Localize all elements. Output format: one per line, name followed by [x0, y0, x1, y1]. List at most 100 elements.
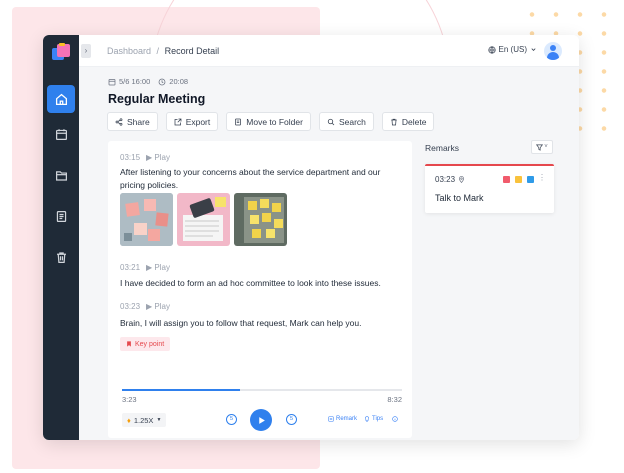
sidebar-item-calendar[interactable] — [47, 120, 75, 148]
share-label: Share — [127, 116, 150, 127]
more-options-icon[interactable]: ⋮ — [538, 173, 546, 182]
calendar-icon — [55, 128, 67, 140]
rewind-button[interactable]: 5 — [226, 414, 237, 425]
segment-time: 03:23 — [120, 302, 141, 311]
breadcrumb-separator: / — [156, 46, 160, 56]
breadcrumb-current: Record Detail — [164, 46, 220, 56]
clock-icon — [158, 78, 166, 85]
photo-thumbnail-phone[interactable] — [177, 193, 230, 246]
breadcrumb: Dashboard / Record Detail — [107, 46, 219, 56]
breadcrumb-root[interactable]: Dashboard — [107, 46, 151, 56]
remark-link-label: Remark — [336, 416, 358, 422]
delete-button[interactable]: Delete — [381, 112, 435, 131]
export-icon — [174, 118, 182, 125]
search-button[interactable]: Search — [318, 112, 374, 131]
transcript-panel: 03:15 ▶ Play After listening to your con… — [108, 141, 412, 438]
folder-move-icon — [235, 118, 242, 125]
sidebar-item-folder[interactable] — [47, 161, 75, 189]
remarks-heading: Remarks — [425, 143, 460, 153]
search-label: Search — [338, 116, 366, 127]
segment-play-button[interactable]: ▶ Play — [146, 302, 170, 311]
remark-time-row: 03:23 — [435, 175, 465, 184]
speed-icon: ♦ — [127, 415, 131, 425]
app-logo — [52, 43, 72, 61]
globe-icon — [487, 45, 496, 54]
total-time: 8:32 — [387, 395, 402, 404]
segment-header: 03:15 ▶ Play — [120, 153, 170, 162]
remark-icon — [328, 416, 334, 422]
play-button[interactable] — [250, 409, 272, 431]
home-icon — [55, 93, 67, 105]
remark-color-blue[interactable] — [527, 176, 534, 183]
photo-thumbnail-sticky-notes[interactable] — [120, 193, 173, 246]
document-icon — [56, 210, 66, 222]
avatar[interactable] — [544, 42, 562, 60]
bookmark-icon — [127, 341, 131, 347]
info-icon — [392, 416, 398, 422]
share-button[interactable]: Share — [107, 112, 158, 131]
tips-button[interactable]: Tips — [364, 416, 383, 422]
info-button[interactable] — [392, 416, 398, 422]
export-button[interactable]: Export — [165, 112, 219, 131]
export-label: Export — [185, 116, 211, 127]
segment-time: 03:21 — [120, 263, 141, 272]
playback-progress-bar[interactable] — [122, 389, 402, 391]
photo-thumbnail-whiteboard[interactable] — [234, 193, 287, 246]
tips-link-label: Tips — [372, 416, 384, 422]
trash-icon — [56, 251, 66, 263]
speed-value: 1.25X — [133, 415, 154, 425]
record-meta: 5/6 16:00 20:08 — [108, 77, 188, 86]
play-label: Play — [154, 153, 170, 162]
move-to-folder-label: Move to Folder — [246, 116, 303, 127]
remark-text: Talk to Mark — [435, 193, 484, 203]
chevron-down-icon: ˅ — [544, 144, 548, 150]
segment-play-button[interactable]: ▶ Play — [146, 153, 170, 162]
collapse-sidebar-button[interactable]: › — [81, 44, 91, 58]
play-icon — [258, 416, 265, 424]
play-label: Play — [154, 263, 170, 272]
record-duration: 20:08 — [169, 77, 189, 86]
main-content: 5/6 16:00 20:08 Regular Meeting Share Ex… — [79, 67, 579, 440]
language-selector[interactable]: En (US) — [487, 45, 537, 54]
current-time: 3:23 — [122, 395, 137, 404]
trash-small-icon — [391, 118, 397, 125]
remarks-filter-button[interactable]: ˅ — [531, 140, 553, 154]
page-title: Regular Meeting — [108, 92, 206, 106]
remark-card[interactable]: 03:23 ⋮ Talk to Mark — [425, 164, 554, 213]
play-label: Play — [154, 302, 170, 311]
key-point-tag[interactable]: Key point — [120, 337, 171, 351]
chevron-down-icon — [531, 48, 536, 51]
top-bar: Dashboard / Record Detail En (US) — [79, 35, 579, 67]
segment-time: 03:15 — [120, 153, 141, 162]
filter-icon — [536, 144, 544, 151]
record-date: 5/6 16:00 — [119, 77, 151, 86]
caret-down-icon: ▼ — [156, 417, 162, 423]
sidebar-item-trash[interactable] — [47, 243, 75, 271]
language-label: En (US) — [498, 45, 527, 54]
segment-header: 03:23 ▶ Play — [120, 302, 170, 311]
segment-text: Brain, I will assign you to follow that … — [120, 318, 362, 328]
sidebar-item-document[interactable] — [47, 202, 75, 230]
remark-color-red[interactable] — [503, 176, 510, 183]
app-window: Dashboard / Record Detail En (US) › 5/6 … — [43, 35, 579, 440]
segment-text: I have decided to form an ad hoc committ… — [120, 278, 381, 288]
chevron-right-icon: › — [84, 46, 88, 55]
tips-icon — [365, 416, 369, 422]
remark-color-yellow[interactable] — [515, 176, 522, 183]
remark-time: 03:23 — [435, 175, 456, 184]
playback-progress-fill — [122, 389, 240, 391]
sidebar-item-home[interactable] — [47, 85, 75, 113]
segment-text: After listening to your concerns about t… — [120, 167, 381, 190]
forward-button[interactable]: 5 — [286, 414, 297, 425]
sidebar — [43, 35, 79, 440]
playback-speed-selector[interactable]: ♦ 1.25X ▼ — [122, 413, 167, 427]
segment-play-button[interactable]: ▶ Play — [146, 263, 170, 272]
delete-label: Delete — [401, 116, 427, 127]
share-icon — [115, 117, 123, 126]
folder-icon — [55, 170, 67, 181]
search-icon — [327, 118, 335, 125]
key-point-label: Key point — [135, 340, 165, 348]
move-to-folder-button[interactable]: Move to Folder — [226, 112, 311, 131]
add-remark-button[interactable]: Remark — [328, 416, 357, 422]
skip-forward-label: 5 — [289, 416, 294, 422]
